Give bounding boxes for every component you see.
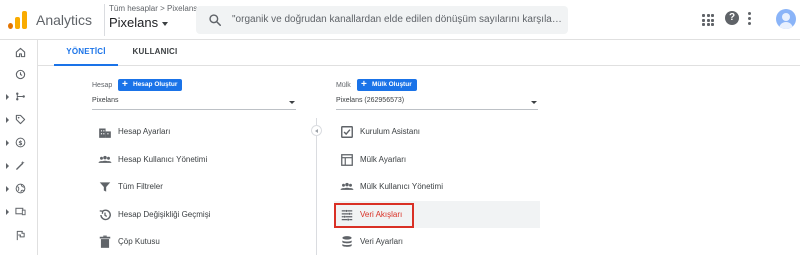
- top-bar: Analytics Tüm hesaplar > Pixelans Pixela…: [0, 0, 800, 40]
- filter-icon: [99, 182, 111, 192]
- screen-icon: [15, 207, 26, 216]
- setup-assistant-label: Kurulum Asistanı: [360, 127, 421, 136]
- tab-user[interactable]: KULLANICI: [118, 40, 192, 66]
- data-streams-icon: [341, 209, 353, 221]
- property-name: Pixelans: [109, 15, 159, 30]
- data-streams-label: Veri Akışları: [360, 209, 403, 219]
- dollar-icon: $: [15, 137, 26, 148]
- search-bar[interactable]: "organik ve doğrudan kanallardan elde ed…: [196, 6, 568, 34]
- account-user-management-item[interactable]: Hesap Kullanıcı Yönetimi: [92, 146, 296, 174]
- clock-icon: [15, 69, 26, 80]
- checkbox-icon: [341, 126, 353, 138]
- property-settings-label: Mülk Ayarları: [360, 154, 407, 164]
- history-icon: [99, 209, 111, 220]
- account-menu: Hesap Ayarları Hesap Kullanıcı Yönetimi …: [92, 118, 296, 255]
- create-account-button[interactable]: + Hesap Oluştur: [118, 79, 183, 91]
- svg-text:$: $: [18, 140, 22, 147]
- tab-admin[interactable]: YÖNETİCİ: [54, 40, 118, 66]
- create-property-button[interactable]: + Mülk Oluştur: [357, 79, 417, 91]
- nav-customization[interactable]: [0, 86, 38, 108]
- account-dropdown[interactable]: Pixelans: [92, 97, 296, 110]
- people-icon: [98, 155, 112, 163]
- nav-devices[interactable]: [0, 201, 38, 223]
- app-title: Analytics: [36, 12, 93, 28]
- property-selected: Pixelans (262956573): [336, 97, 405, 104]
- admin-tabs: YÖNETİCİ KULLANICI: [38, 40, 800, 66]
- all-filters-item[interactable]: Tüm Filtreler: [92, 173, 296, 201]
- chevron-down-icon: [162, 21, 169, 26]
- account-label: Hesap: [92, 82, 113, 89]
- wand-icon: [16, 160, 25, 170]
- people-icon: [340, 182, 354, 190]
- flag-icon: [16, 230, 25, 241]
- property-menu: Kurulum Asistanı Mülk Ayarları Mülk Kull…: [334, 118, 540, 255]
- database-icon: [342, 236, 352, 247]
- nav-home[interactable]: [0, 42, 38, 64]
- column-divider: [316, 118, 317, 255]
- nav-conversions[interactable]: [0, 225, 38, 247]
- chevron-down-icon: [289, 101, 295, 104]
- nav-audience[interactable]: [0, 109, 38, 131]
- property-user-management-label: Mülk Kullanıcı Yönetimi: [360, 182, 443, 191]
- property-selector[interactable]: Pixelans: [109, 15, 197, 30]
- data-streams-item[interactable]: Veri Akışları: [334, 200, 540, 228]
- analytics-logo-icon[interactable]: [8, 11, 28, 29]
- more-vert-icon[interactable]: [748, 12, 752, 34]
- nav-global[interactable]: [0, 178, 38, 200]
- create-account-label: Hesap Oluştur: [133, 81, 178, 88]
- nav-acquisition[interactable]: [0, 155, 38, 177]
- data-settings-label: Veri Ayarları: [360, 237, 403, 246]
- account-change-history-item[interactable]: Hesap Değişikliği Geçmişi: [92, 201, 296, 229]
- all-filters-label: Tüm Filtreler: [118, 182, 163, 191]
- nav-monetization[interactable]: $: [0, 132, 38, 154]
- apps-icon[interactable]: [702, 14, 714, 26]
- property-icon: [341, 153, 353, 166]
- globe-icon: [15, 183, 26, 194]
- trash-icon: [99, 235, 111, 248]
- home-icon: [15, 47, 26, 58]
- help-icon[interactable]: ?: [725, 11, 739, 25]
- account-settings-item[interactable]: Hesap Ayarları: [92, 118, 296, 146]
- property-settings-item[interactable]: Mülk Ayarları: [334, 146, 540, 174]
- create-property-label: Mülk Oluştur: [372, 81, 412, 88]
- breadcrumb: Tüm hesaplar > Pixelans: [109, 4, 198, 13]
- avatar[interactable]: [776, 9, 796, 29]
- search-icon: [209, 14, 222, 27]
- nav-realtime[interactable]: [0, 64, 38, 86]
- customization-icon: [16, 92, 25, 101]
- account-change-history-label: Hesap Değişikliği Geçmişi: [118, 209, 211, 219]
- trash-item[interactable]: Çöp Kutusu: [92, 228, 296, 255]
- chevron-down-icon: [531, 101, 537, 104]
- trash-label: Çöp Kutusu: [118, 237, 160, 246]
- account-settings-label: Hesap Ayarları: [118, 127, 171, 136]
- account-picker[interactable]: Tüm hesaplar > Pixelans Pixelans: [104, 4, 197, 36]
- property-user-management-item[interactable]: Mülk Kullanıcı Yönetimi: [334, 173, 540, 201]
- search-input[interactable]: "organik ve doğrudan kanallardan elde ed…: [232, 14, 562, 25]
- property-dropdown[interactable]: Pixelans (262956573): [336, 97, 538, 110]
- plus-icon: +: [361, 79, 367, 90]
- property-label: Mülk: [336, 82, 351, 89]
- account-user-management-label: Hesap Kullanıcı Yönetimi: [118, 154, 208, 164]
- building-icon: [99, 128, 111, 138]
- collapse-arrow-icon[interactable]: [311, 125, 322, 136]
- account-selected: Pixelans: [92, 97, 119, 104]
- tag-icon: [15, 114, 26, 125]
- plus-icon: +: [122, 79, 128, 90]
- left-nav: $: [0, 40, 38, 255]
- data-settings-item[interactable]: Veri Ayarları: [334, 228, 540, 255]
- setup-assistant-item[interactable]: Kurulum Asistanı: [334, 118, 540, 146]
